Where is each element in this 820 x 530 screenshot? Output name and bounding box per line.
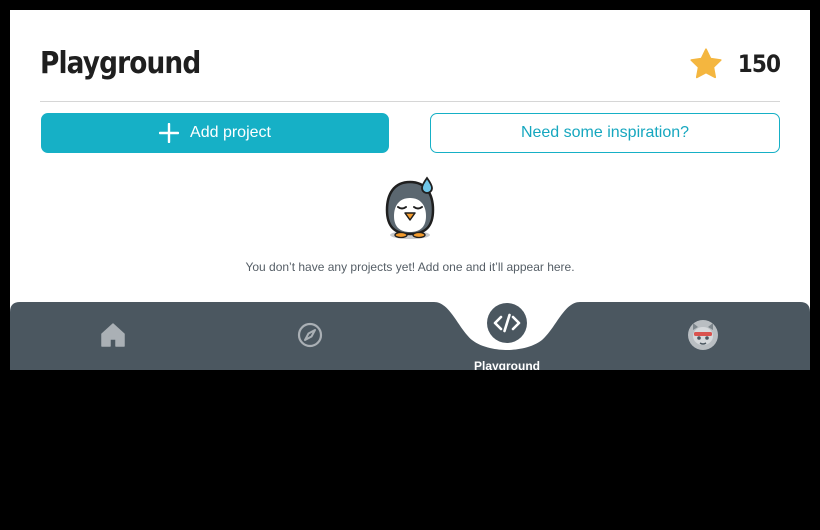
bottom-nav: Playground	[10, 302, 810, 370]
empty-message: You don’t have any projects yet! Add one…	[245, 260, 575, 274]
nav-playground-label: Playground	[473, 359, 540, 370]
inspiration-button[interactable]: Need some inspiration?	[430, 113, 780, 153]
star-icon	[690, 48, 722, 79]
compass-icon	[297, 322, 323, 348]
app-window: Playground 150 Add project Need some ins…	[10, 10, 810, 370]
score-value: 150	[737, 50, 781, 78]
plus-icon	[159, 123, 180, 143]
empty-state: You don’t have any projects yet! Add one…	[10, 176, 810, 274]
code-icon-badge	[487, 303, 527, 343]
avatar-icon	[688, 320, 718, 350]
nav-home[interactable]	[93, 302, 133, 370]
nav-profile[interactable]	[683, 302, 723, 370]
home-icon	[101, 323, 125, 347]
score-display: 150	[689, 42, 781, 86]
page-title: Playground	[40, 46, 201, 81]
inspiration-label: Need some inspiration?	[520, 124, 690, 141]
header: Playground 150	[40, 42, 781, 86]
nav-playground[interactable]: Playground	[457, 302, 557, 370]
nav-explore[interactable]	[290, 302, 330, 370]
divider	[40, 101, 780, 102]
add-project-button[interactable]: Add project	[41, 113, 389, 153]
code-icon	[488, 304, 526, 342]
sweating-penguin-icon	[385, 176, 435, 239]
add-project-label: Add project	[190, 124, 271, 141]
